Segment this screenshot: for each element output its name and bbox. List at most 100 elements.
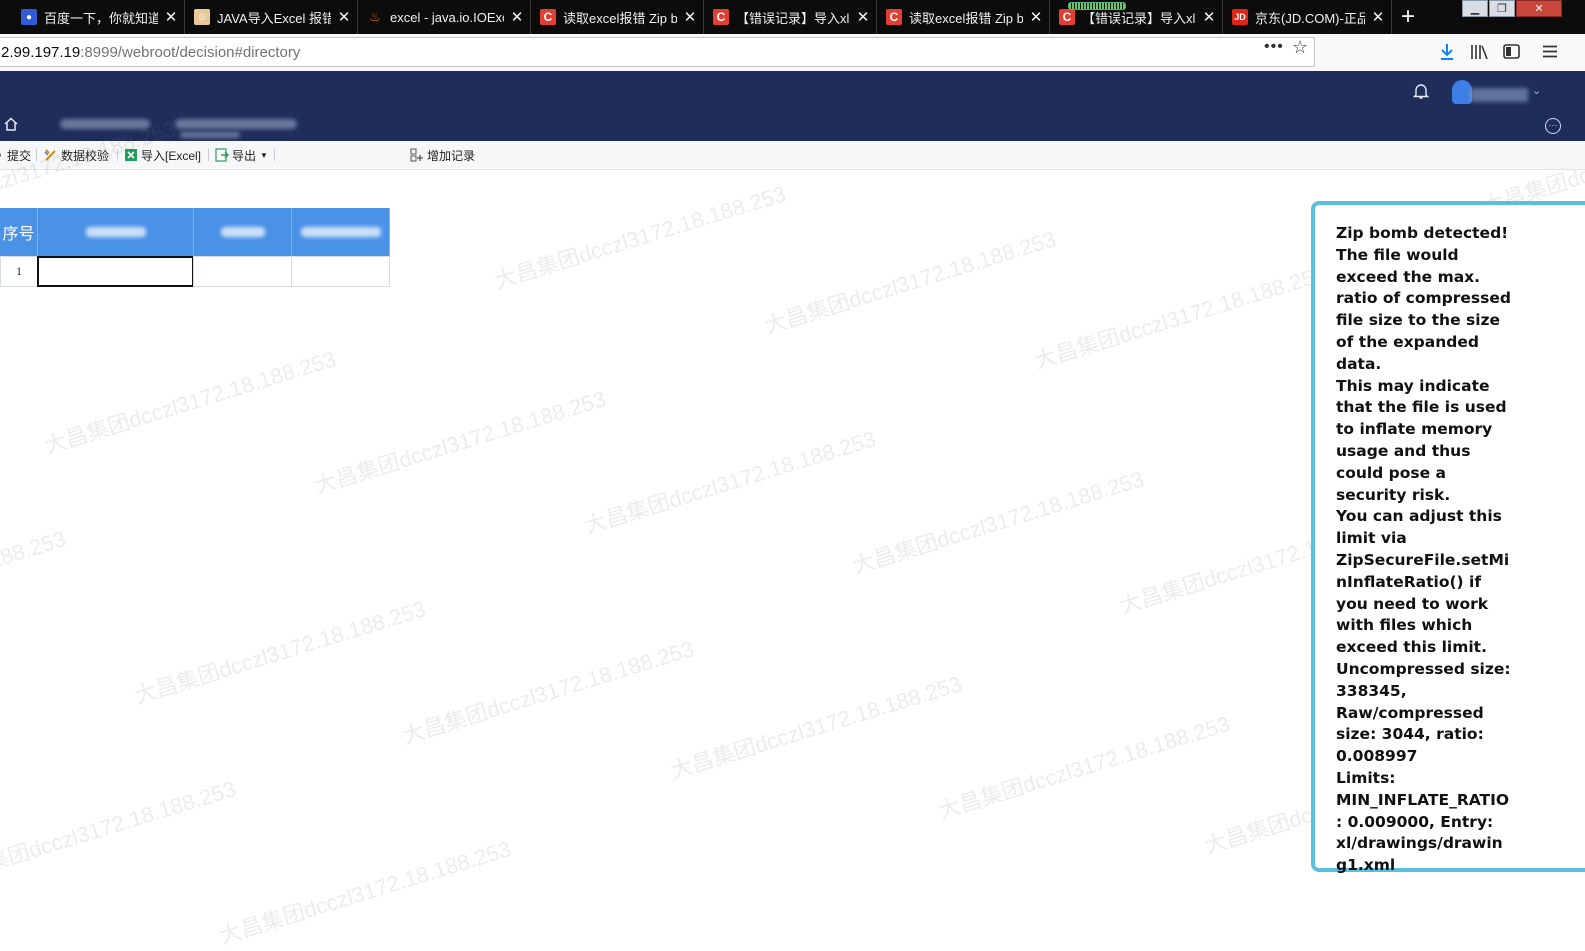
close-icon[interactable]: ✕ bbox=[1202, 8, 1216, 26]
avatar[interactable] bbox=[1452, 80, 1472, 104]
add-record-button[interactable]: 增加记录 bbox=[410, 141, 475, 169]
tab-label: 【错误记录】导入xlsx bbox=[736, 10, 850, 26]
sidebar-icon[interactable] bbox=[1503, 44, 1520, 59]
user-avatar-icon: ☺ bbox=[194, 9, 210, 25]
grid-header-column bbox=[292, 208, 390, 256]
header-label-redacted bbox=[220, 227, 265, 237]
toolbar-divider bbox=[36, 149, 37, 161]
close-icon[interactable]: ✕ bbox=[683, 8, 697, 26]
nav-tab-redacted[interactable] bbox=[175, 119, 297, 129]
url-field[interactable]: 2.99.197.19:8999/webroot/decision#direct… bbox=[0, 37, 1315, 67]
page-actions-icon[interactable]: ••• bbox=[1264, 38, 1284, 56]
home-icon[interactable] bbox=[3, 116, 19, 132]
submit-button[interactable]: 提交 bbox=[0, 141, 31, 169]
browser-tab[interactable]: C 读取excel报错 Zip bo ✕ bbox=[878, 0, 1050, 34]
close-icon[interactable]: ✕ bbox=[1029, 8, 1043, 26]
watermark-text: 大昌集团dcczl3172.18.188.253 bbox=[581, 426, 879, 539]
browser-tab[interactable]: JD 京东(JD.COM)-正品 ✕ bbox=[1224, 0, 1392, 34]
close-icon[interactable]: ✕ bbox=[856, 8, 870, 26]
restore-icon[interactable]: ❐ bbox=[1489, 0, 1515, 17]
add-record-label: 增加记录 bbox=[427, 148, 476, 163]
caret-down-icon: ▼ bbox=[260, 150, 268, 160]
tab-label: 百度一下，你就知道 bbox=[44, 10, 158, 26]
csdn-icon: C bbox=[540, 9, 556, 25]
nav-tab-indicator bbox=[180, 132, 240, 138]
error-line: The file would exceed the max. ratio of … bbox=[1336, 245, 1511, 373]
row-index-cell: 1 bbox=[0, 256, 38, 287]
csdn-icon: C bbox=[1059, 9, 1075, 25]
grid-header-column bbox=[194, 208, 292, 256]
watermark-text: 大昌集团dcczl3172.18.188.253 bbox=[41, 346, 339, 459]
close-icon[interactable]: ✕ bbox=[337, 8, 351, 26]
export-dropdown[interactable]: 导出 ▼ bbox=[215, 141, 268, 169]
tab-label: excel - java.io.IOExc bbox=[390, 9, 504, 25]
watermark-text: 大昌集团dcczl3172.18.188.253 bbox=[399, 636, 697, 749]
error-line: Uncompressed size: 338345, Raw/compresse… bbox=[1336, 659, 1511, 766]
browser-tab-strip: ● 百度一下，你就知道 ✕ ☺ JAVA导入Excel 报错 ✕ ♨ excel… bbox=[0, 0, 1585, 34]
navigation-bar: 2.99.197.19:8999/webroot/decision#direct… bbox=[0, 34, 1585, 72]
grid-cell-selected[interactable] bbox=[37, 256, 194, 287]
error-line: You can adjust this limit via ZipSecureF… bbox=[1336, 507, 1510, 657]
browser-tab[interactable]: ♨ excel - java.io.IOExc ✕ bbox=[359, 0, 531, 34]
grid-cell[interactable] bbox=[291, 256, 390, 287]
app-header bbox=[0, 71, 1585, 141]
nav-tab-redacted[interactable] bbox=[60, 119, 150, 129]
username-redacted[interactable] bbox=[1470, 88, 1528, 102]
watermark-text: 大昌集团dcczl3172.18.188.253 bbox=[131, 596, 429, 709]
watermark-text: 大昌集团dcczl3172.18.188.253 bbox=[216, 836, 514, 949]
export-icon bbox=[215, 148, 229, 162]
library-icon[interactable] bbox=[1470, 44, 1488, 60]
window-close-icon[interactable]: ✕ bbox=[1516, 0, 1562, 17]
browser-tab[interactable]: ● 百度一下，你就知道 ✕ bbox=[13, 0, 185, 34]
watermark-text: 大昌集团dcczl3172.18.188.253 bbox=[935, 711, 1233, 824]
bell-icon[interactable] bbox=[1413, 82, 1429, 100]
java-cup-icon: ♨ bbox=[369, 9, 381, 24]
tab-label: 京东(JD.COM)-正品 bbox=[1255, 10, 1365, 26]
more-options-icon[interactable]: ··· bbox=[1545, 118, 1561, 134]
error-line: Limits: MIN_INFLATE_RATIO: 0.009000, Ent… bbox=[1336, 768, 1510, 875]
close-icon[interactable]: ✕ bbox=[510, 8, 524, 26]
tab-label: 【错误记录】导入xlsx bbox=[1082, 10, 1196, 26]
close-icon[interactable]: ✕ bbox=[164, 8, 178, 26]
error-message-text: Zip bomb detected! The file would exceed… bbox=[1336, 223, 1511, 877]
jd-icon: JD bbox=[1232, 9, 1248, 25]
toolbar-divider bbox=[274, 149, 275, 161]
header-label-redacted bbox=[85, 227, 146, 237]
validate-label: 数据校验 bbox=[61, 148, 110, 163]
download-icon[interactable] bbox=[1439, 43, 1455, 61]
chevron-down-icon[interactable]: ⌄ bbox=[1532, 84, 1541, 97]
url-host: 2.99.197.19 bbox=[1, 43, 81, 61]
export-label: 导出 bbox=[232, 148, 257, 163]
watermark-text: 大昌集团dcczl3172.18.188.253 bbox=[0, 776, 239, 889]
bookmark-star-icon[interactable]: ☆ bbox=[1292, 37, 1308, 58]
window-controls: ▁ ❐ ✕ bbox=[1462, 0, 1563, 18]
row-index: 1 bbox=[16, 264, 22, 278]
minimize-icon[interactable]: ▁ bbox=[1462, 0, 1488, 17]
csdn-icon: C bbox=[713, 9, 729, 25]
hamburger-menu-icon[interactable] bbox=[1543, 45, 1557, 58]
new-tab-button[interactable]: + bbox=[1393, 0, 1423, 34]
tab-label: 读取excel报错 Zip bo bbox=[909, 10, 1023, 26]
grid-cell[interactable] bbox=[193, 256, 292, 287]
excel-import-icon bbox=[125, 149, 137, 161]
url-path: :8999/webroot/decision#directory bbox=[80, 43, 301, 61]
csdn-icon: C bbox=[886, 9, 902, 25]
watermark-text: 大昌集团dcczl3172.18.188.253 bbox=[1031, 261, 1329, 374]
report-toolbar: 提交 数据校验 导入[Excel] 导出 ▼ 增加记录 bbox=[0, 141, 1585, 170]
error-message-popup: Zip bomb detected! The file would exceed… bbox=[1311, 201, 1585, 874]
browser-tab[interactable]: C 读取excel报错 Zip bo ✕ bbox=[532, 0, 704, 34]
watermark-text: 大昌集团dcczl3172.18.188.253 bbox=[667, 671, 965, 784]
validate-pencil-icon bbox=[44, 149, 56, 161]
header-label-redacted bbox=[300, 227, 381, 237]
browser-tab[interactable]: C 【错误记录】导入xlsx ✕ bbox=[705, 0, 877, 34]
tab-label: 读取excel报错 Zip bo bbox=[563, 10, 677, 26]
add-record-icon bbox=[410, 148, 423, 162]
watermark-text: 大昌集团dcczl3172.18.188.253 bbox=[311, 386, 609, 499]
browser-tab[interactable]: ☺ JAVA导入Excel 报错 ✕ bbox=[186, 0, 358, 34]
tab-label: JAVA导入Excel 报错 bbox=[217, 10, 331, 26]
toolbar-divider bbox=[117, 149, 118, 161]
close-icon[interactable]: ✕ bbox=[1371, 8, 1385, 26]
validate-button[interactable]: 数据校验 bbox=[44, 141, 109, 169]
import-excel-button[interactable]: 导入[Excel] bbox=[124, 141, 201, 169]
watermark-text: 大昌集团dcczl3172.18.188.253 bbox=[0, 526, 69, 639]
